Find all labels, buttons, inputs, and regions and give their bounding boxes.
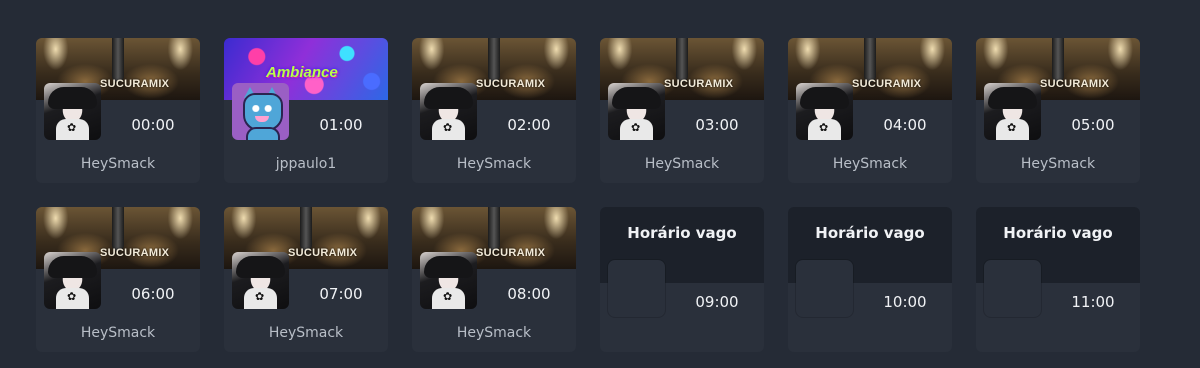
- user-avatar[interactable]: [232, 252, 289, 309]
- slot-user[interactable]: HeySmack: [36, 325, 200, 341]
- microphone-icon: [300, 207, 312, 251]
- slot-card[interactable]: SUCURAMIX 07:00 HeySmack: [224, 207, 388, 352]
- user-avatar[interactable]: [420, 252, 477, 309]
- microphone-icon: [488, 207, 500, 251]
- banner-brand: SUCURAMIX: [664, 78, 734, 90]
- slot-card[interactable]: SUCURAMIX 08:00 HeySmack: [412, 207, 576, 352]
- microphone-icon: [488, 38, 500, 82]
- empty-avatar-placeholder: [796, 260, 853, 317]
- user-avatar[interactable]: [984, 83, 1041, 140]
- vacant-slot-card[interactable]: Horário vago 10:00: [788, 207, 952, 352]
- slot-time: 01:00: [319, 116, 363, 134]
- microphone-icon: [864, 38, 876, 82]
- slot-user[interactable]: jppaulo1: [224, 156, 388, 172]
- slot-time: 06:00: [131, 285, 175, 303]
- schedule-grid: SUCURAMIX 00:00 HeySmack Ambiance 01:00 …: [36, 38, 1140, 352]
- slot-time: 03:00: [695, 116, 739, 134]
- slot-user[interactable]: HeySmack: [36, 156, 200, 172]
- empty-avatar-placeholder: [984, 260, 1041, 317]
- user-avatar[interactable]: [608, 83, 665, 140]
- slot-time: 10:00: [883, 293, 927, 311]
- slot-time: 00:00: [131, 116, 175, 134]
- vacant-label: Horário vago: [1003, 224, 1113, 242]
- microphone-icon: [112, 207, 124, 251]
- slot-card[interactable]: SUCURAMIX 06:00 HeySmack: [36, 207, 200, 352]
- slot-time: 04:00: [883, 116, 927, 134]
- slot-user[interactable]: HeySmack: [600, 156, 764, 172]
- user-avatar[interactable]: [796, 83, 853, 140]
- banner-brand: SUCURAMIX: [476, 78, 546, 90]
- slot-time: 05:00: [1071, 116, 1115, 134]
- user-avatar[interactable]: [420, 83, 477, 140]
- user-avatar[interactable]: [232, 83, 289, 140]
- banner-brand: Ambiance: [266, 64, 338, 81]
- slot-user[interactable]: HeySmack: [788, 156, 952, 172]
- slot-user[interactable]: HeySmack: [224, 325, 388, 341]
- slot-card[interactable]: SUCURAMIX 00:00 HeySmack: [36, 38, 200, 183]
- slot-time: 08:00: [507, 285, 551, 303]
- banner-brand: SUCURAMIX: [852, 78, 922, 90]
- vacant-label: Horário vago: [627, 224, 737, 242]
- vacant-label: Horário vago: [815, 224, 925, 242]
- slot-time: 07:00: [319, 285, 363, 303]
- banner-brand: SUCURAMIX: [1040, 78, 1110, 90]
- banner-brand: SUCURAMIX: [100, 247, 170, 259]
- microphone-icon: [112, 38, 124, 82]
- slot-user[interactable]: HeySmack: [976, 156, 1140, 172]
- slot-card[interactable]: SUCURAMIX 04:00 HeySmack: [788, 38, 952, 183]
- slot-card[interactable]: SUCURAMIX 05:00 HeySmack: [976, 38, 1140, 183]
- slot-card[interactable]: SUCURAMIX 03:00 HeySmack: [600, 38, 764, 183]
- slot-time: 11:00: [1071, 293, 1115, 311]
- microphone-icon: [676, 38, 688, 82]
- banner-brand: SUCURAMIX: [288, 247, 358, 259]
- user-avatar[interactable]: [44, 83, 101, 140]
- slot-time: 09:00: [695, 293, 739, 311]
- slot-user[interactable]: HeySmack: [412, 325, 576, 341]
- vacant-slot-card[interactable]: Horário vago 11:00: [976, 207, 1140, 352]
- banner-brand: SUCURAMIX: [476, 247, 546, 259]
- banner-brand: SUCURAMIX: [100, 78, 170, 90]
- vacant-slot-card[interactable]: Horário vago 09:00: [600, 207, 764, 352]
- slot-card[interactable]: SUCURAMIX 02:00 HeySmack: [412, 38, 576, 183]
- slot-card[interactable]: Ambiance 01:00 jppaulo1: [224, 38, 388, 183]
- microphone-icon: [1052, 38, 1064, 82]
- user-avatar[interactable]: [44, 252, 101, 309]
- empty-avatar-placeholder: [608, 260, 665, 317]
- slot-user[interactable]: HeySmack: [412, 156, 576, 172]
- cat-icon: [243, 93, 283, 131]
- slot-time: 02:00: [507, 116, 551, 134]
